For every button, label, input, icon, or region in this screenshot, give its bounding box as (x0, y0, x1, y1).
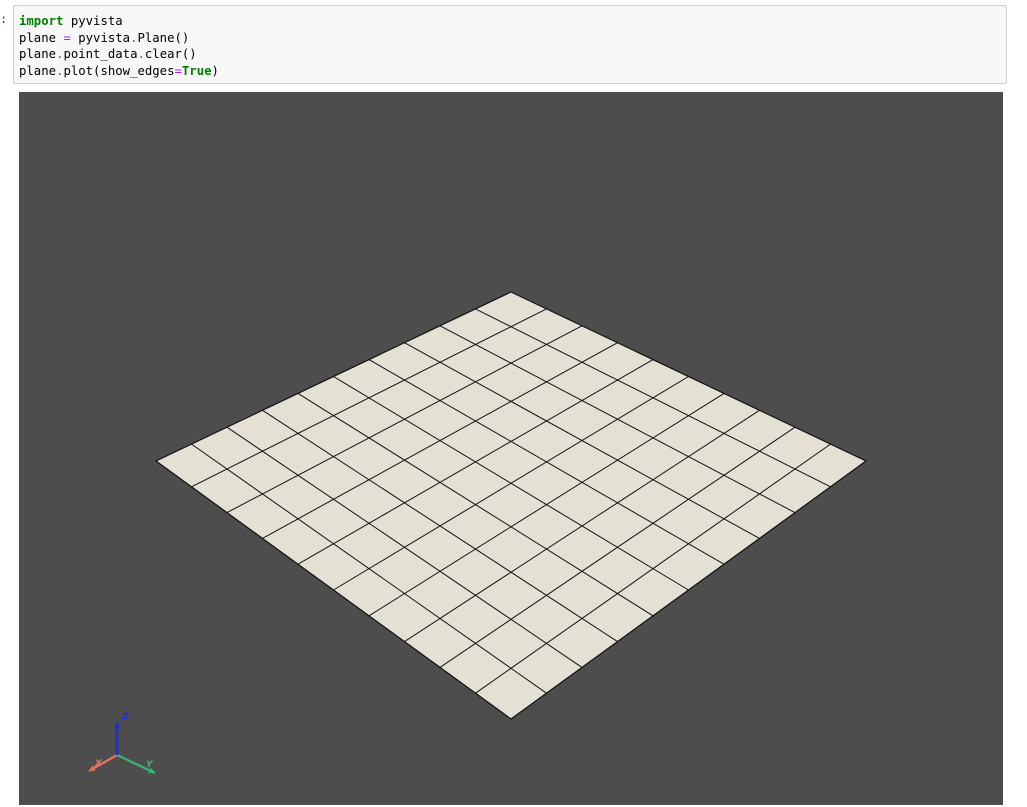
plot-output[interactable]: XYZ (19, 92, 1003, 805)
code-token: ) (211, 63, 219, 78)
code-token: point_data (63, 47, 138, 61)
code-token: = (174, 63, 182, 78)
code-token: = (63, 30, 71, 45)
code-editor[interactable]: import pyvista plane = pyvista.Plane() pla… (19, 13, 1001, 79)
code-token: pyvista (63, 14, 123, 28)
code-cell[interactable]: import pyvista plane = pyvista.Plane() pla… (13, 5, 1007, 84)
code-token: plane (19, 47, 57, 61)
code-token: Plane() (137, 30, 190, 45)
code-token: True (181, 63, 212, 78)
code-token: plot(show_edges (63, 63, 175, 78)
code-token: import (19, 14, 64, 28)
x-axis-label: X (94, 759, 103, 769)
render-window[interactable]: X YZ (19, 92, 1003, 805)
code-line: plane = pyvista.Plane() (19, 30, 1001, 47)
cell-prompt: : (0, 12, 8, 26)
code-line: plane.plot(show_edges=True) (19, 63, 1001, 80)
code-token: plane (19, 30, 64, 45)
code-token: plane (19, 63, 57, 78)
code-token: clear() (144, 47, 197, 61)
code-line: plane.point_data.clear() (19, 46, 1001, 63)
code-token: pyvista (70, 30, 131, 45)
code-token: . (137, 47, 145, 61)
code-line: import pyvista (19, 13, 1001, 30)
z-axis-label: Z (121, 712, 129, 722)
